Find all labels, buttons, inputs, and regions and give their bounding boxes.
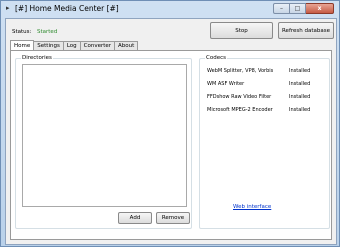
codec-name: WebM Splitter, VP8, Vorbis: [207, 68, 274, 74]
codec-status: Installed: [289, 107, 311, 113]
codec-name: Microsoft MPEG-2 Encoder: [207, 107, 273, 113]
app-icon[interactable]: ▸: [6, 5, 13, 12]
directories-group: Directories Add Remove: [15, 55, 192, 229]
tab-log[interactable]: Log: [62, 41, 81, 50]
tab-about[interactable]: About: [114, 41, 139, 50]
refresh-database-button[interactable]: Refresh database: [278, 22, 334, 39]
codec-status: Installed: [289, 68, 311, 74]
tab-settings[interactable]: Settings: [33, 41, 64, 50]
stop-button[interactable]: Stop: [210, 22, 273, 39]
close-icon: x: [317, 5, 322, 12]
codec-status: Installed: [289, 81, 311, 87]
tab-home[interactable]: Home: [10, 40, 35, 50]
directories-list[interactable]: [22, 64, 187, 207]
close-button[interactable]: x: [306, 3, 334, 14]
maximize-icon: □: [294, 5, 301, 12]
client-area: Status: Started Stop Refresh database Ho…: [5, 18, 337, 245]
minimize-button[interactable]: –: [273, 3, 290, 14]
title-bar[interactable]: ▸ [#] Home Media Center [#] – □ x: [1, 1, 339, 18]
codec-name: FFDshow Raw Video Filter: [207, 94, 272, 100]
window-controls: – □ x: [273, 3, 334, 14]
codec-name: WM ASF Writer: [207, 81, 245, 87]
add-button[interactable]: Add: [118, 212, 152, 224]
main-window: ▸ [#] Home Media Center [#] – □ x Status…: [0, 0, 340, 247]
minimize-icon: –: [280, 5, 283, 12]
home-tab-panel: Directories Add Remove Codecs WebM Split…: [10, 50, 332, 240]
window-title: [#] Home Media Center [#]: [15, 4, 119, 13]
tab-converter[interactable]: Converter: [79, 41, 116, 50]
codec-status: Installed: [289, 94, 311, 100]
codecs-title: Codecs: [205, 55, 227, 61]
web-interface-link[interactable]: Web interface: [233, 204, 271, 210]
status-label: Status:: [12, 29, 32, 35]
tab-strip: Home Settings Log Converter About: [10, 40, 139, 50]
remove-button[interactable]: Remove: [156, 212, 190, 224]
status-value: Started: [37, 29, 58, 35]
maximize-button[interactable]: □: [290, 3, 306, 14]
directories-title: Directories: [21, 55, 53, 61]
